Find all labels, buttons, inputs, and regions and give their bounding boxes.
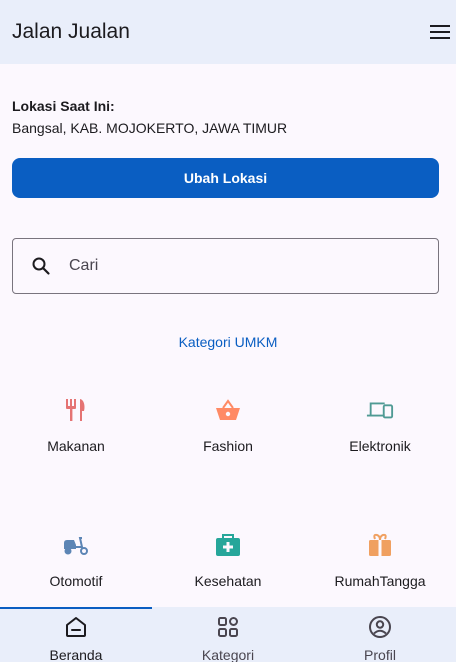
category-label: RumahTangga bbox=[334, 573, 426, 589]
nav-item-beranda[interactable]: Beranda bbox=[0, 607, 152, 662]
devices-icon bbox=[366, 396, 394, 424]
category-label: Kesehatan bbox=[194, 573, 262, 589]
category-label: Makanan bbox=[47, 438, 105, 454]
nav-label: Kategori bbox=[201, 647, 255, 662]
scooter-icon bbox=[62, 531, 90, 559]
category-elektronik[interactable]: Elektronik bbox=[304, 396, 456, 454]
search-icon bbox=[29, 254, 53, 278]
category-rumahtangga[interactable]: RumahTangga bbox=[304, 531, 456, 589]
category-label: Otomotif bbox=[49, 573, 103, 589]
menu-button[interactable] bbox=[428, 20, 452, 44]
medical-bag-icon bbox=[214, 531, 242, 559]
nav-item-profil[interactable]: Profil bbox=[304, 607, 456, 662]
category-fashion[interactable]: Fashion bbox=[152, 396, 304, 454]
search-input[interactable] bbox=[69, 257, 389, 275]
category-makanan[interactable]: Makanan bbox=[0, 396, 152, 454]
profile-icon bbox=[368, 615, 392, 644]
nav-label: Profil bbox=[364, 647, 396, 662]
category-kesehatan[interactable]: Kesehatan bbox=[152, 531, 304, 589]
home-icon bbox=[64, 615, 88, 644]
search-field[interactable] bbox=[12, 238, 439, 294]
app-bar: Jalan Jualan bbox=[0, 0, 456, 64]
change-location-button[interactable]: Ubah Lokasi bbox=[12, 158, 439, 198]
location-value: Bangsal, KAB. MOJOKERTO, JAWA TIMUR bbox=[12, 120, 288, 136]
home-gift-icon bbox=[366, 531, 394, 559]
grid-icon bbox=[216, 615, 240, 644]
categories-heading: Kategori UMKM bbox=[178, 334, 278, 350]
location-label: Lokasi Saat Ini: bbox=[12, 98, 115, 114]
hamburger-menu-icon bbox=[430, 25, 450, 39]
nav-item-kategori[interactable]: Kategori bbox=[152, 607, 304, 662]
utensils-icon bbox=[62, 396, 90, 424]
basket-icon bbox=[214, 396, 242, 424]
nav-label: Beranda bbox=[49, 647, 103, 662]
category-label: Fashion bbox=[203, 438, 253, 454]
app-title: Jalan Jualan bbox=[12, 20, 130, 43]
bottom-navigation: Beranda Kategori Profil bbox=[0, 607, 456, 662]
category-otomotif[interactable]: Otomotif bbox=[0, 531, 152, 589]
category-label: Elektronik bbox=[349, 438, 411, 454]
